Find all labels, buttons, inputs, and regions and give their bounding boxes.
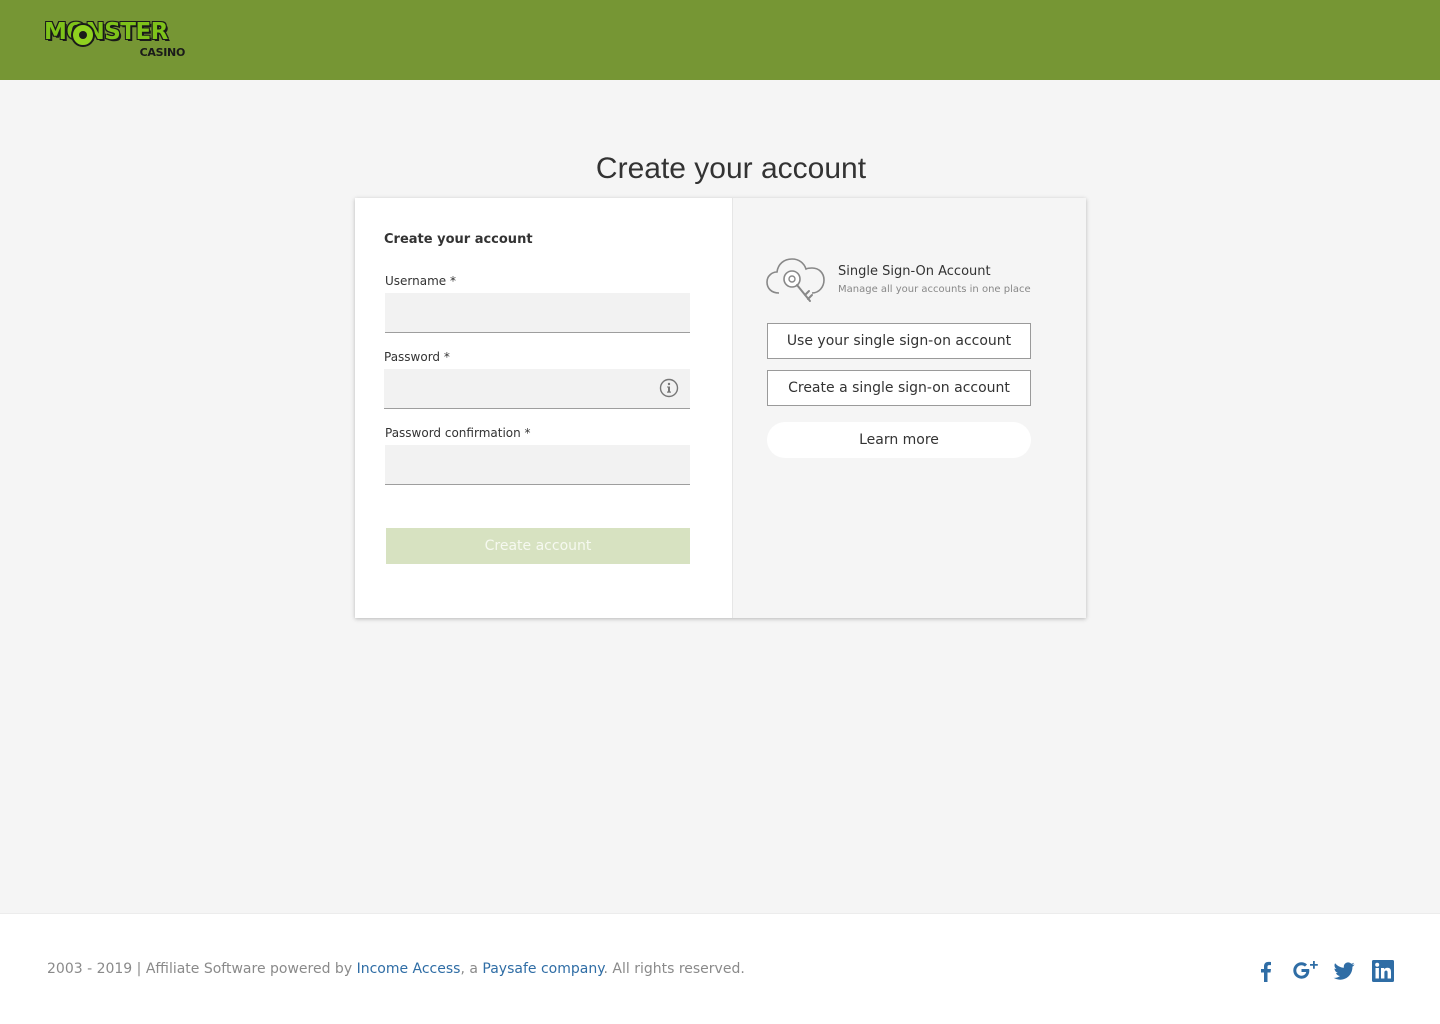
use-sso-button[interactable]: Use your single sign-on account bbox=[767, 323, 1031, 359]
info-circle-icon[interactable] bbox=[659, 378, 679, 398]
footer-suffix: . All rights reserved. bbox=[603, 961, 745, 977]
signup-card: Create your account Username * Password … bbox=[355, 198, 1086, 618]
password-confirmation-label: Password confirmation * bbox=[385, 426, 531, 440]
google-plus-icon[interactable] bbox=[1291, 958, 1319, 984]
password-confirmation-input[interactable] bbox=[385, 445, 690, 485]
form-heading: Create your account bbox=[384, 232, 533, 247]
logo-main-text: MONSTER bbox=[44, 19, 168, 45]
footer-copyright: 2003 - 2019 | Affiliate Software powered… bbox=[47, 961, 745, 977]
paysafe-link[interactable]: Paysafe company bbox=[482, 961, 603, 977]
create-account-button[interactable]: Create account bbox=[386, 528, 690, 564]
linkedin-icon[interactable] bbox=[1370, 958, 1396, 984]
facebook-icon[interactable] bbox=[1253, 958, 1279, 984]
password-input[interactable] bbox=[384, 369, 690, 409]
income-access-link[interactable]: Income Access bbox=[357, 961, 461, 977]
footer: 2003 - 2019 | Affiliate Software powered… bbox=[0, 913, 1440, 1024]
top-header-bar: MONSTER CASINO bbox=[0, 0, 1440, 80]
learn-more-button[interactable]: Learn more bbox=[767, 422, 1031, 458]
cloud-key-icon bbox=[766, 258, 825, 302]
sso-title: Single Sign-On Account bbox=[838, 264, 991, 279]
twitter-icon[interactable] bbox=[1331, 958, 1357, 984]
username-label: Username * bbox=[385, 274, 456, 288]
logo-eye-icon bbox=[71, 23, 95, 47]
footer-middle: , a bbox=[460, 961, 483, 977]
create-sso-button[interactable]: Create a single sign-on account bbox=[767, 370, 1031, 406]
page-title: Create your account bbox=[595, 152, 867, 185]
logo-sub-text: CASINO bbox=[139, 46, 186, 59]
footer-prefix: 2003 - 2019 | Affiliate Software powered… bbox=[47, 961, 357, 977]
username-input[interactable] bbox=[385, 293, 690, 333]
password-label: Password * bbox=[384, 350, 450, 364]
sso-panel: Single Sign-On Account Manage all your a… bbox=[732, 198, 1086, 618]
monster-casino-logo[interactable]: MONSTER CASINO bbox=[44, 17, 189, 63]
sso-subtitle: Manage all your accounts in one place bbox=[838, 284, 1031, 295]
